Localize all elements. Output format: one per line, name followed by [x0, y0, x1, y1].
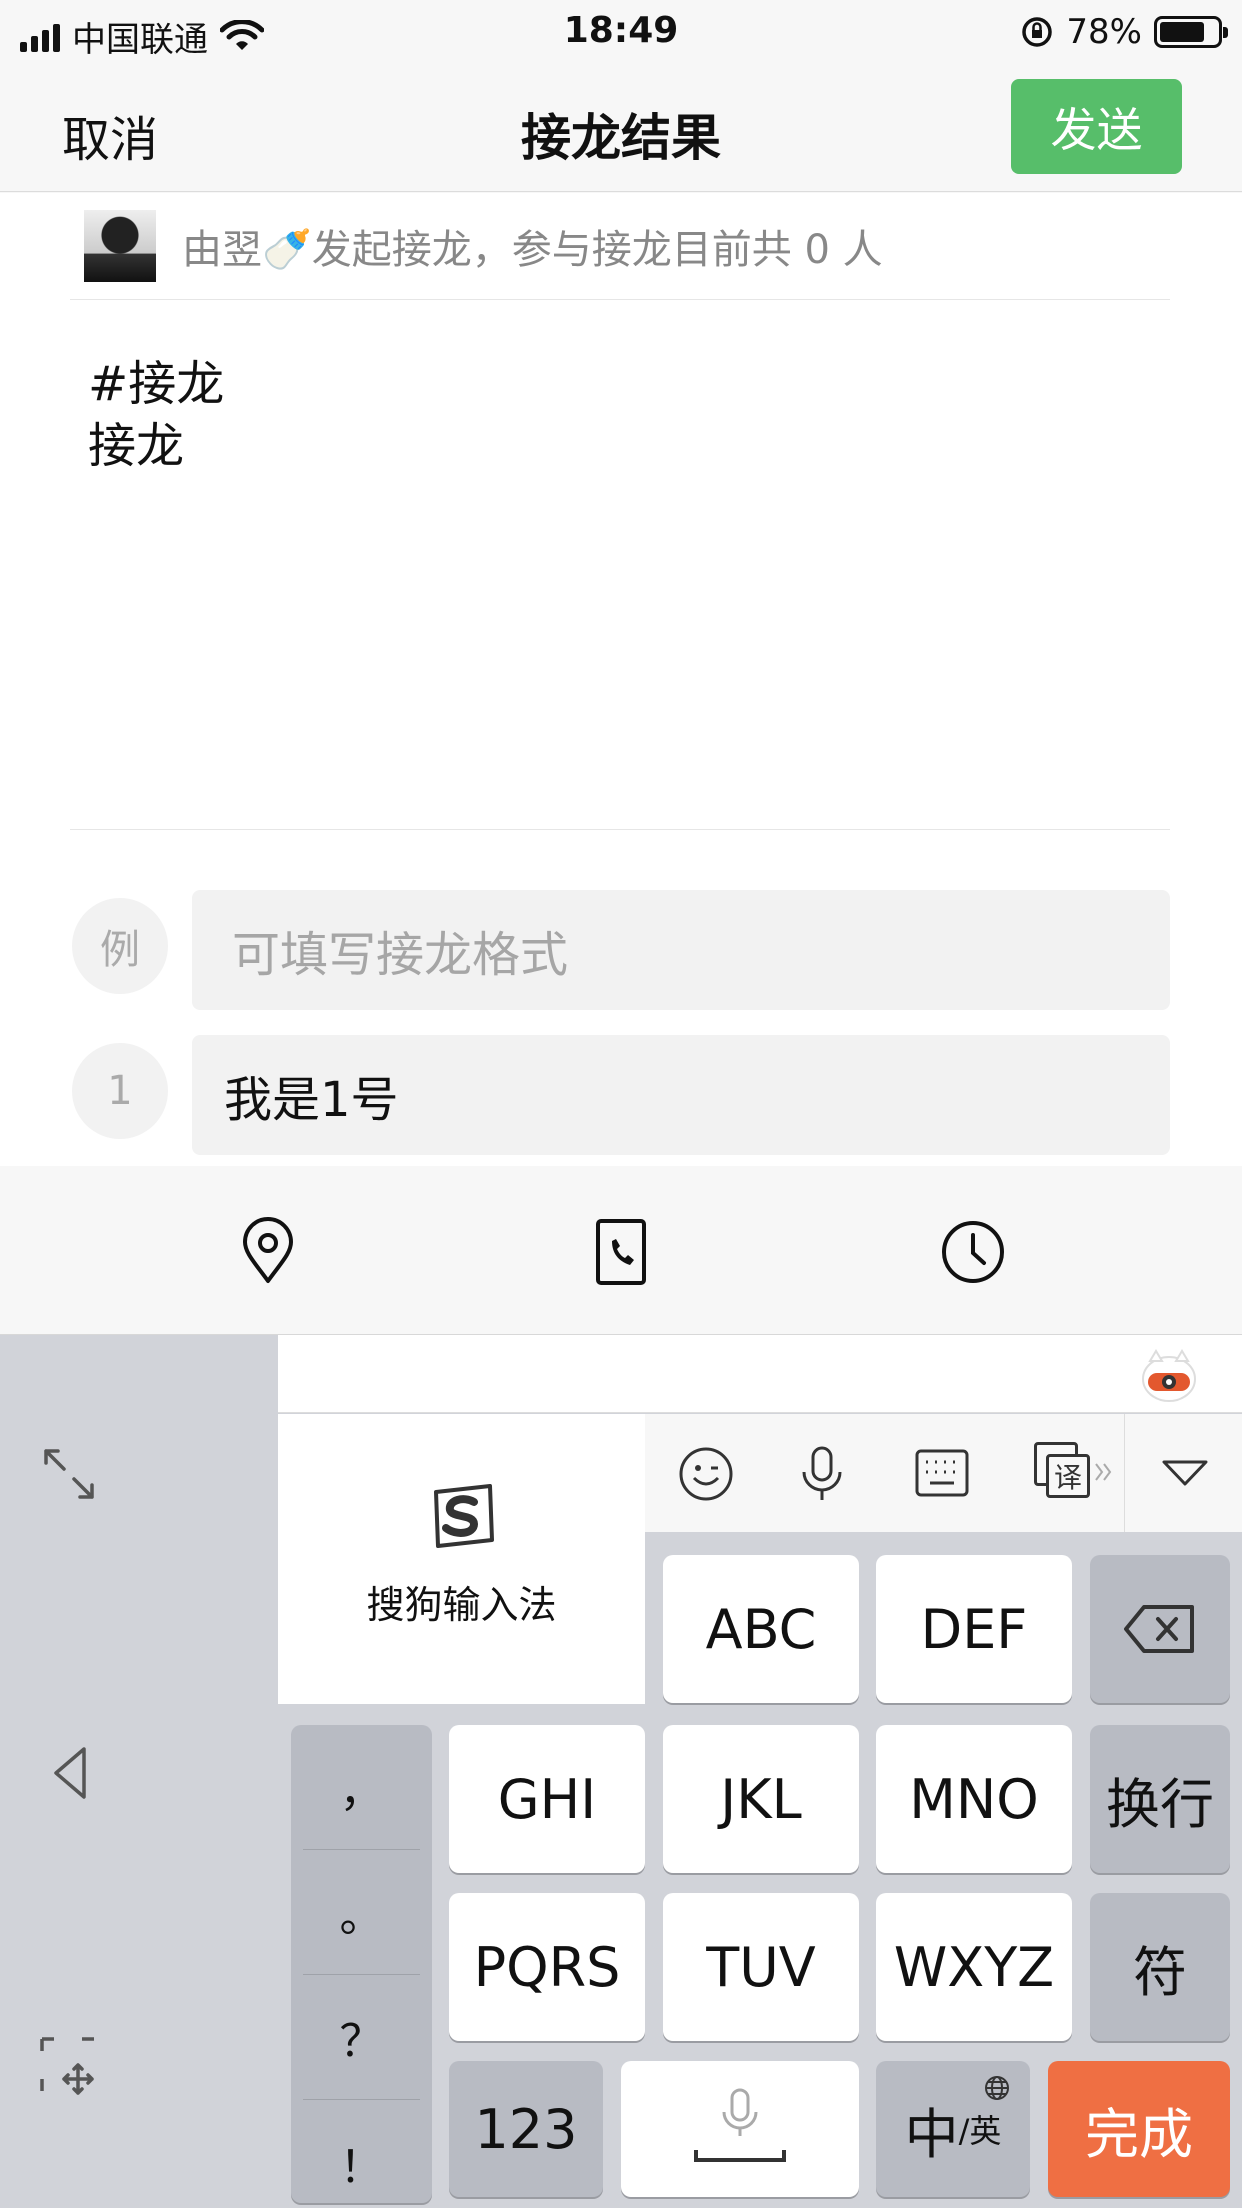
key-exclamation[interactable]: ！ [303, 2100, 420, 2208]
avatar [84, 210, 156, 282]
entry-row: 1 我是1号 [70, 1035, 1170, 1155]
key-jkl[interactable]: JKL [663, 1725, 859, 1873]
key-ghi[interactable]: GHI [449, 1725, 645, 1873]
done-key[interactable]: 完成 [1048, 2061, 1230, 2197]
clock-icon[interactable] [938, 1217, 1008, 1287]
cursor-left-icon[interactable] [50, 1745, 90, 1801]
battery-icon [1154, 16, 1228, 48]
candidate-bar [278, 1335, 1242, 1413]
microphone-icon[interactable] [798, 1444, 846, 1504]
location-pin-icon[interactable] [233, 1217, 303, 1287]
translate-icon[interactable]: 译 [1034, 1442, 1092, 1502]
sogou-keyboard: 译 搜狗输入法 ABC DEF ， 。 ？ ！ GHI JKL MNO 换行 P… [0, 1335, 1242, 2208]
punctuation-column: ， 。 ？ ！ [291, 1725, 432, 2203]
sogou-logo-icon [434, 1484, 494, 1548]
newline-key[interactable]: 换行 [1090, 1725, 1230, 1873]
keyboard-side-panel [0, 1335, 278, 2208]
collapse-icon[interactable] [1160, 1458, 1210, 1488]
key-tuv[interactable]: TUV [663, 1893, 859, 2041]
example-label: 例 [72, 898, 168, 994]
topic-line-1: #接龙 [88, 356, 225, 412]
backspace-icon [1124, 1605, 1194, 1653]
language-toggle-key[interactable]: 中/英 [876, 2061, 1030, 2197]
entry-input[interactable]: 我是1号 [192, 1035, 1170, 1155]
space-key[interactable] [621, 2061, 859, 2197]
keyboard-brand-label: 搜狗输入法 [366, 1583, 557, 1627]
key-wxyz[interactable]: WXYZ [876, 1893, 1072, 2041]
phone-icon[interactable] [586, 1217, 656, 1287]
solitaire-content: 由翌🍼发起接龙，参与接龙目前共 0 人 #接龙 接龙 例 可填写接龙格式 1 我… [0, 193, 1242, 1166]
example-row: 例 可填写接龙格式 [70, 890, 1170, 1010]
status-right: 78% [1020, 12, 1228, 52]
entry-number: 1 [72, 1043, 168, 1139]
key-mno[interactable]: MNO [876, 1725, 1072, 1873]
function-divider [1124, 1414, 1125, 1532]
divider [70, 829, 1170, 830]
lang-sub: /英 [958, 2112, 1002, 2150]
move-keyboard-icon[interactable] [38, 2035, 98, 2095]
nav-bar: 取消 接龙结果 发送 [0, 62, 1242, 192]
symbols-key[interactable]: 符 [1090, 1893, 1230, 2041]
key-comma[interactable]: ， [303, 1725, 420, 1850]
initiator-info: 由翌🍼发起接龙，参与接龙目前共 0 人 [70, 193, 1170, 300]
numbers-key[interactable]: 123 [449, 2061, 603, 2197]
key-period[interactable]: 。 [303, 1850, 420, 1975]
expand-icon[interactable] [42, 1447, 96, 1501]
topic-text[interactable]: #接龙 接龙 [88, 353, 224, 477]
initiator-text: 由翌🍼发起接龙，参与接龙目前共 0 人 [182, 227, 883, 273]
keyboard-icon[interactable] [914, 1448, 970, 1498]
key-def[interactable]: DEF [876, 1555, 1072, 1703]
format-input[interactable]: 可填写接龙格式 [192, 890, 1170, 1010]
battery-fill [1160, 22, 1204, 42]
battery-percent: 78% [1066, 12, 1142, 52]
key-question[interactable]: ？ [303, 1975, 420, 2100]
space-mic-icon [694, 2088, 786, 2162]
globe-icon [985, 2076, 1009, 2100]
lang-main: 中 [904, 2102, 959, 2166]
attachment-toolbar [0, 1167, 1242, 1335]
topic-line-2: 接龙 [88, 418, 185, 474]
status-bar: 中国联通 18:49 78% [0, 0, 1242, 62]
sogou-mascot-icon[interactable] [1140, 1347, 1198, 1405]
key-pqrs[interactable]: PQRS [449, 1893, 645, 2041]
key-abc[interactable]: ABC [663, 1555, 859, 1703]
backspace-key[interactable] [1090, 1555, 1230, 1703]
orientation-lock-icon [1022, 17, 1053, 47]
brand-panel: 搜狗输入法 [278, 1414, 645, 1704]
chevron-right-icon[interactable] [1093, 1460, 1113, 1484]
send-button[interactable]: 发送 [1011, 79, 1182, 174]
emoji-icon[interactable] [678, 1446, 734, 1502]
